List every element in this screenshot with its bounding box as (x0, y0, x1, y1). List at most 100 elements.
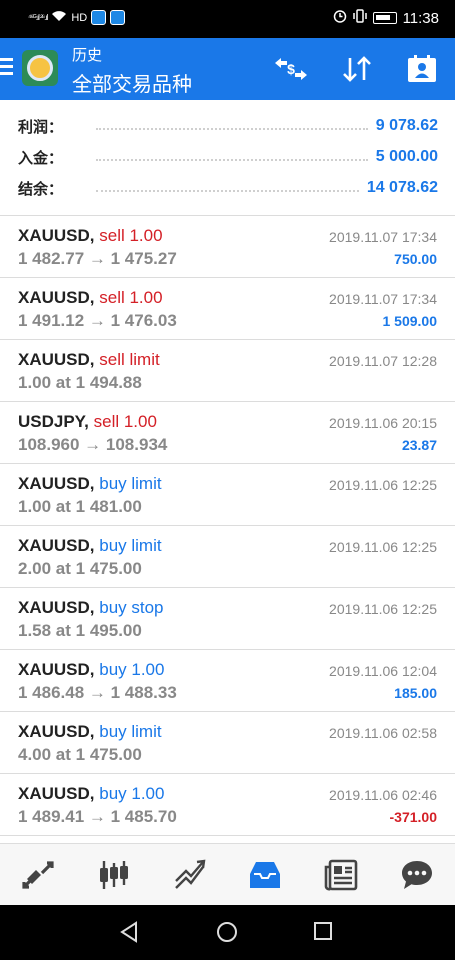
trade-date: 2019.11.06 02:58 (329, 725, 437, 741)
trade-date: 2019.11.07 12:28 (329, 353, 437, 369)
trade-date: 2019.11.06 12:25 (329, 477, 437, 493)
status-left: ⁴⁶ᴳ.ıl ²⁶.ıl HD (28, 10, 126, 25)
trade-prices: 1 482.77 → 1 475.27 (18, 249, 177, 268)
trade-type: buy limit (99, 536, 162, 555)
trade-title: XAUUSD, sell 1.00 (18, 226, 163, 246)
carrier-label: HD (71, 11, 88, 24)
trade-symbol: XAUUSD, (18, 350, 95, 369)
profit-label: 利润： (18, 118, 64, 136)
nav-history[interactable] (227, 844, 303, 905)
trade-date: 2019.11.06 12:25 (329, 601, 437, 617)
trade-title: USDJPY, sell 1.00 (18, 412, 157, 432)
trade-type: sell 1.00 (93, 412, 157, 431)
trade-date: 2019.11.06 20:15 (329, 415, 437, 431)
notification-app-icon-2 (110, 10, 126, 25)
trade-date: 2019.11.06 12:25 (329, 539, 437, 555)
trade-symbol: XAUUSD, (18, 226, 95, 245)
trade-type: buy 1.00 (99, 784, 165, 803)
trade-title: XAUUSD, buy limit (18, 722, 162, 742)
trade-type: buy stop (99, 598, 164, 617)
trade-prices: 1.00 at 1 481.00 (18, 497, 142, 516)
trade-title: XAUUSD, sell 1.00 (18, 288, 163, 308)
trade-date: 2019.11.06 02:46 (329, 787, 437, 803)
trade-row[interactable]: USDJPY, sell 1.00 108.960 → 108.934 2019.1… (0, 402, 455, 464)
trade-row[interactable]: XAUUSD, buy limit 1.00 at 1 481.00 2019.11… (0, 464, 455, 526)
trade-symbol: USDJPY, (18, 412, 89, 431)
trade-symbol: XAUUSD, (18, 536, 95, 555)
trade-row[interactable]: XAUUSD, sell 1.00 1 491.12 → 1 476.03 2019… (0, 278, 455, 340)
nav-chart[interactable] (76, 844, 152, 905)
trade-row[interactable]: XAUUSD, buy 1.00 1 489.41 → 1 485.70 2019.… (0, 774, 455, 836)
recents-icon[interactable] (313, 921, 333, 941)
trade-title: XAUUSD, buy 1.00 (18, 784, 164, 804)
bottom-navigation (0, 843, 455, 905)
quotes-icon (22, 860, 54, 889)
trade-symbol: XAUUSD, (18, 722, 95, 741)
trade-title: XAUUSD, buy 1.00 (18, 660, 164, 680)
app-logo[interactable] (22, 50, 58, 86)
trade-symbol: XAUUSD, (18, 288, 95, 307)
status-bar: ⁴⁶ᴳ.ıl ²⁶.ıl HD 11:38 (0, 0, 455, 38)
alarm-icon (333, 9, 347, 27)
balance-row: 结余： 14 078.62 (18, 176, 438, 200)
trade-profit: 185.00 (394, 685, 437, 701)
nav-chat[interactable] (379, 844, 455, 905)
calendar-icon[interactable] (404, 52, 440, 86)
menu-icon[interactable] (0, 58, 13, 78)
clock: 11:38 (402, 9, 439, 27)
trade-title: XAUUSD, sell limit (18, 350, 160, 370)
battery-icon (372, 12, 397, 24)
dot-leader (96, 190, 359, 192)
trade-type: sell limit (99, 350, 160, 369)
back-icon[interactable] (118, 921, 140, 943)
trade-prices: 1 491.12 → 1 476.03 (18, 311, 177, 330)
trade-date: 2019.11.07 17:34 (329, 229, 437, 245)
nav-quotes[interactable] (0, 844, 76, 905)
page-title: 历史 (72, 47, 103, 64)
trade-row[interactable]: XAUUSD, sell limit 1.00 at 1 494.88 2019.1… (0, 340, 455, 402)
symbol-filter-label[interactable]: 全部交易品种 (72, 68, 192, 97)
sort-icon[interactable] (338, 52, 376, 86)
period-filter-icon[interactable]: $ (272, 52, 310, 86)
trade-type: buy limit (99, 722, 162, 741)
svg-text:$: $ (287, 61, 295, 77)
home-icon[interactable] (216, 921, 238, 943)
trade-title: XAUUSD, buy limit (18, 474, 162, 494)
notification-app-icon (91, 10, 107, 25)
trade-row[interactable]: XAUUSD, buy limit 4.00 at 1 475.00 2019.11… (0, 712, 455, 774)
chat-icon (402, 860, 433, 889)
trade-row[interactable]: XAUUSD, buy stop 1.58 at 1 495.00 2019.11.… (0, 588, 455, 650)
signal-icon: ⁴⁶ᴳ.ıl ²⁶.ıl (28, 13, 48, 22)
trade-title: XAUUSD, buy limit (18, 536, 162, 556)
trade-prices: 1 489.41 → 1 485.70 (18, 807, 177, 826)
balance-value: 14 078.62 (366, 179, 438, 196)
trade-profit: -371.00 (389, 809, 437, 825)
chart-icon (99, 860, 128, 889)
trade-date: 2019.11.06 12:04 (329, 663, 437, 679)
deposit-label: 入金： (18, 149, 64, 167)
trade-row[interactable]: XAUUSD, buy 1.00 1 486.48 → 1 488.33 2019.… (0, 650, 455, 712)
trade-profit: 23.87 (401, 437, 437, 453)
trade-type: sell 1.00 (99, 288, 163, 307)
wifi-icon (51, 10, 67, 25)
trade-row[interactable]: XAUUSD, sell 1.00 1 482.77 → 1 475.27 2019… (0, 216, 455, 278)
trade-title: XAUUSD, buy stop (18, 598, 164, 618)
vibrate-icon (352, 9, 367, 27)
trade-profit: 750.00 (394, 251, 437, 267)
trade-type: buy limit (99, 474, 162, 493)
profit-value: 9 078.62 (375, 117, 438, 134)
trade-symbol: XAUUSD, (18, 474, 95, 493)
trade-prices: 2.00 at 1 475.00 (18, 559, 142, 578)
trade-prices: 108.960 → 108.934 (18, 435, 168, 454)
dot-leader (96, 159, 368, 161)
app-header: 历史 全部交易品种 $ (0, 38, 455, 100)
trade-type: sell 1.00 (99, 226, 163, 245)
trade-symbol: XAUUSD, (18, 598, 95, 617)
nav-trade[interactable] (152, 844, 228, 905)
trade-symbol: XAUUSD, (18, 660, 95, 679)
trade-type: buy 1.00 (99, 660, 165, 679)
trade-row[interactable]: XAUUSD, buy limit 2.00 at 1 475.00 2019.11… (0, 526, 455, 588)
balance-label: 结余： (18, 180, 64, 198)
summary-panel: 利润： 9 078.62 入金： 5 000.00 结余： 14 078.62 (0, 100, 455, 216)
nav-news[interactable] (303, 844, 379, 905)
